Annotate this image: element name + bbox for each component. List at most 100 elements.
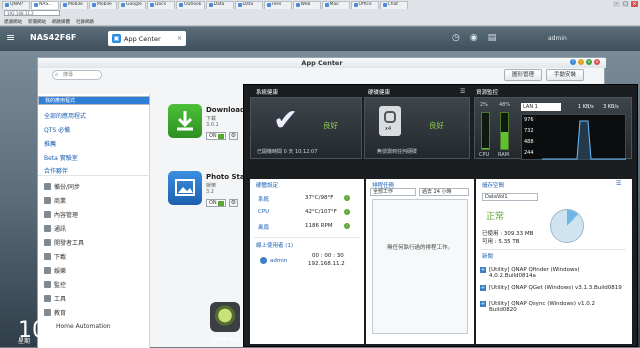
browser-tab[interactable]: Chat (379, 0, 408, 9)
favicon-icon (266, 3, 271, 7)
sidebar-item-surveillance[interactable]: 監控 (44, 280, 66, 289)
hw-value-cpu: 42°C/107°F (305, 209, 337, 215)
news-item[interactable]: + [Utility] QNAP Qfinder (Windows) 4.0.2.B… (480, 267, 580, 279)
sidebar-item-home-automation[interactable]: Home Automation (56, 323, 111, 330)
browser-tab[interactable]: Google (118, 0, 146, 9)
news-item[interactable]: + [Utility] QNAP Qsync (Windows) v1.0.2 Bu… (480, 301, 595, 313)
toolbar-icons: ◷ ◉ ▤ (452, 33, 496, 43)
sidebar-item-my-apps[interactable]: 我的應用程式 (38, 96, 150, 105)
empty-tasks-message: 無任何執行過的排程工作。 (386, 245, 453, 251)
main-menu-icon[interactable]: ≡ (6, 32, 18, 43)
maximize-icon[interactable]: + (586, 59, 592, 65)
maximize-icon[interactable]: □ (622, 1, 629, 7)
window-controls: – □ × (613, 1, 638, 7)
app-version: 3.0.1 (206, 122, 219, 128)
lan-select[interactable]: LAN 1 (521, 103, 561, 111)
favicon-icon (208, 3, 213, 7)
sidebar-item-download[interactable]: 下載 (44, 252, 66, 261)
sidebar-item-entertainment[interactable]: 娛樂 (44, 266, 66, 275)
utilities-icon (44, 295, 51, 302)
graph-manage-button[interactable]: 圖形管理 (504, 69, 542, 81)
app-card-download-station[interactable]: Download Station 下載 3.0.1 ON ⚙ (168, 104, 276, 164)
browser-tab[interactable]: Web (292, 0, 321, 9)
favicon-icon (353, 3, 358, 7)
notification-icon[interactable]: ◉ (470, 33, 478, 43)
sidebar-item-all-apps[interactable]: 全部的應用程式 (44, 111, 86, 120)
browser-tab[interactable]: QNAP (2, 0, 30, 9)
app-card-photo-station[interactable]: Photo Station 娛樂 3.2 ON ⚙ (168, 171, 260, 231)
minimize-icon[interactable]: – (578, 59, 584, 65)
app-toggle[interactable]: ON (206, 132, 226, 140)
address-bar[interactable]: 192.168.11.2 (4, 10, 60, 16)
business-icon (44, 197, 51, 204)
bookmark-item[interactable]: 建議網站 (4, 19, 22, 25)
resource-gauge-icon[interactable] (210, 302, 240, 332)
sidebar-item-backup[interactable]: 備份/同步 (44, 182, 80, 191)
task-icon[interactable]: ▤ (488, 33, 497, 43)
minimize-icon[interactable]: – (613, 1, 620, 7)
sidebar-item-education[interactable]: 教育 (44, 308, 66, 317)
taskbar-item[interactable]: QNAP 手機工具 (310, 337, 349, 345)
browser-tab[interactable]: Mail (321, 0, 350, 9)
task-filter-select[interactable]: 全部工作 (370, 188, 416, 196)
browser-tab[interactable]: Data (234, 0, 263, 9)
close-icon[interactable]: × (631, 1, 638, 7)
sidebar-item-utilities[interactable]: 工具 (44, 294, 66, 303)
cpu-label: CPU (479, 152, 490, 158)
hardware-panel: 硬體設定 系統 37°C/98°F ✓ CPU 42°C/107°F ✓ 風扇 … (250, 179, 364, 344)
news-item[interactable]: + [Utility] QNAP QGet (Windows) v3.1.3.Bu… (480, 285, 622, 291)
browser-tab[interactable]: Mobile (60, 0, 88, 9)
bookmarks-bar: 建議網站 新聞網站 網路媒體 社群網路 (0, 17, 640, 26)
bookmark-item[interactable]: 網路媒體 (52, 19, 70, 25)
browser-tab[interactable]: Data (205, 0, 234, 9)
settings-icon[interactable]: ⚙ (229, 199, 238, 207)
user-menu[interactable]: admin (548, 35, 567, 42)
list-icon[interactable]: ☰ (460, 88, 465, 95)
bookmark-item[interactable]: 新聞網站 (28, 19, 46, 25)
sidebar-item-communication[interactable]: 通訊 (44, 224, 66, 233)
close-icon[interactable]: × (594, 59, 600, 65)
favicon-icon (63, 3, 67, 7)
sidebar-item-recommended[interactable]: 推薦 (44, 139, 56, 148)
desktop-date: 星期 (18, 338, 31, 345)
app-center-icon: ▣ (112, 34, 121, 43)
favicon-icon (92, 3, 96, 7)
disk-health-panel[interactable]: x4 良好 無偵測到任何硬碟 (364, 97, 470, 159)
settings-icon[interactable]: ⚙ (229, 132, 238, 140)
list-icon[interactable]: ☰ (616, 180, 621, 187)
app-toggle[interactable]: ON (206, 199, 226, 207)
browser-tab[interactable]: Office (350, 0, 379, 9)
sidebar-item-dev-tools[interactable]: 開發者工具 (44, 238, 84, 247)
bookmark-item[interactable]: 社群網路 (76, 19, 94, 25)
window-controls: ? – + × (570, 59, 600, 65)
sidebar-item-partners[interactable]: 合作夥伴 (44, 166, 68, 175)
browser-tab[interactable]: Mobile (89, 0, 117, 9)
browser-tab[interactable]: NAS... (31, 0, 59, 9)
browser-tab[interactable]: Docs (147, 0, 175, 9)
search-input[interactable]: ⌕ 搜尋 (52, 70, 102, 80)
online-user-name[interactable]: admin (270, 258, 287, 264)
ram-bar (500, 112, 509, 150)
manual-install-button[interactable]: 手動安裝 (546, 69, 584, 81)
sidebar-item-qts-essentials[interactable]: QTS 必備 (44, 125, 70, 134)
sidebar-item-business[interactable]: 商業 (44, 196, 66, 205)
app-center-taskbar-tab[interactable]: ▣ App Center × (108, 31, 186, 46)
resource-panel[interactable]: 2% 48% CPU RAM LAN 1 1 KB/s 3 KB/s 976 7… (474, 97, 632, 160)
taskbar-item[interactable]: QNAP App (212, 337, 240, 343)
system-health-panel[interactable]: ✔ 良好 已開機時間 0 天 10:12:07 (250, 97, 362, 159)
close-icon[interactable]: × (177, 35, 182, 42)
sidebar-item-content[interactable]: 內容管理 (44, 210, 78, 219)
browser-tab[interactable]: Files (263, 0, 292, 9)
time-range-select[interactable]: 過去 24 小時 (419, 188, 469, 196)
browser-tab[interactable]: Outlook (176, 0, 205, 9)
ram-percent: 48% (499, 102, 511, 108)
storage-title: 儲存空間 (482, 183, 505, 189)
sidebar-item-beta-lab[interactable]: Beta 實驗室 (44, 153, 78, 162)
surveillance-icon (44, 281, 51, 288)
refresh-icon[interactable]: ◷ (452, 33, 460, 43)
education-icon (44, 309, 51, 316)
favicon-icon (121, 3, 125, 7)
resource-title: 資源監控 (476, 90, 499, 96)
help-icon[interactable]: ? (570, 59, 576, 65)
volume-select[interactable]: DataVol1 (482, 193, 538, 201)
